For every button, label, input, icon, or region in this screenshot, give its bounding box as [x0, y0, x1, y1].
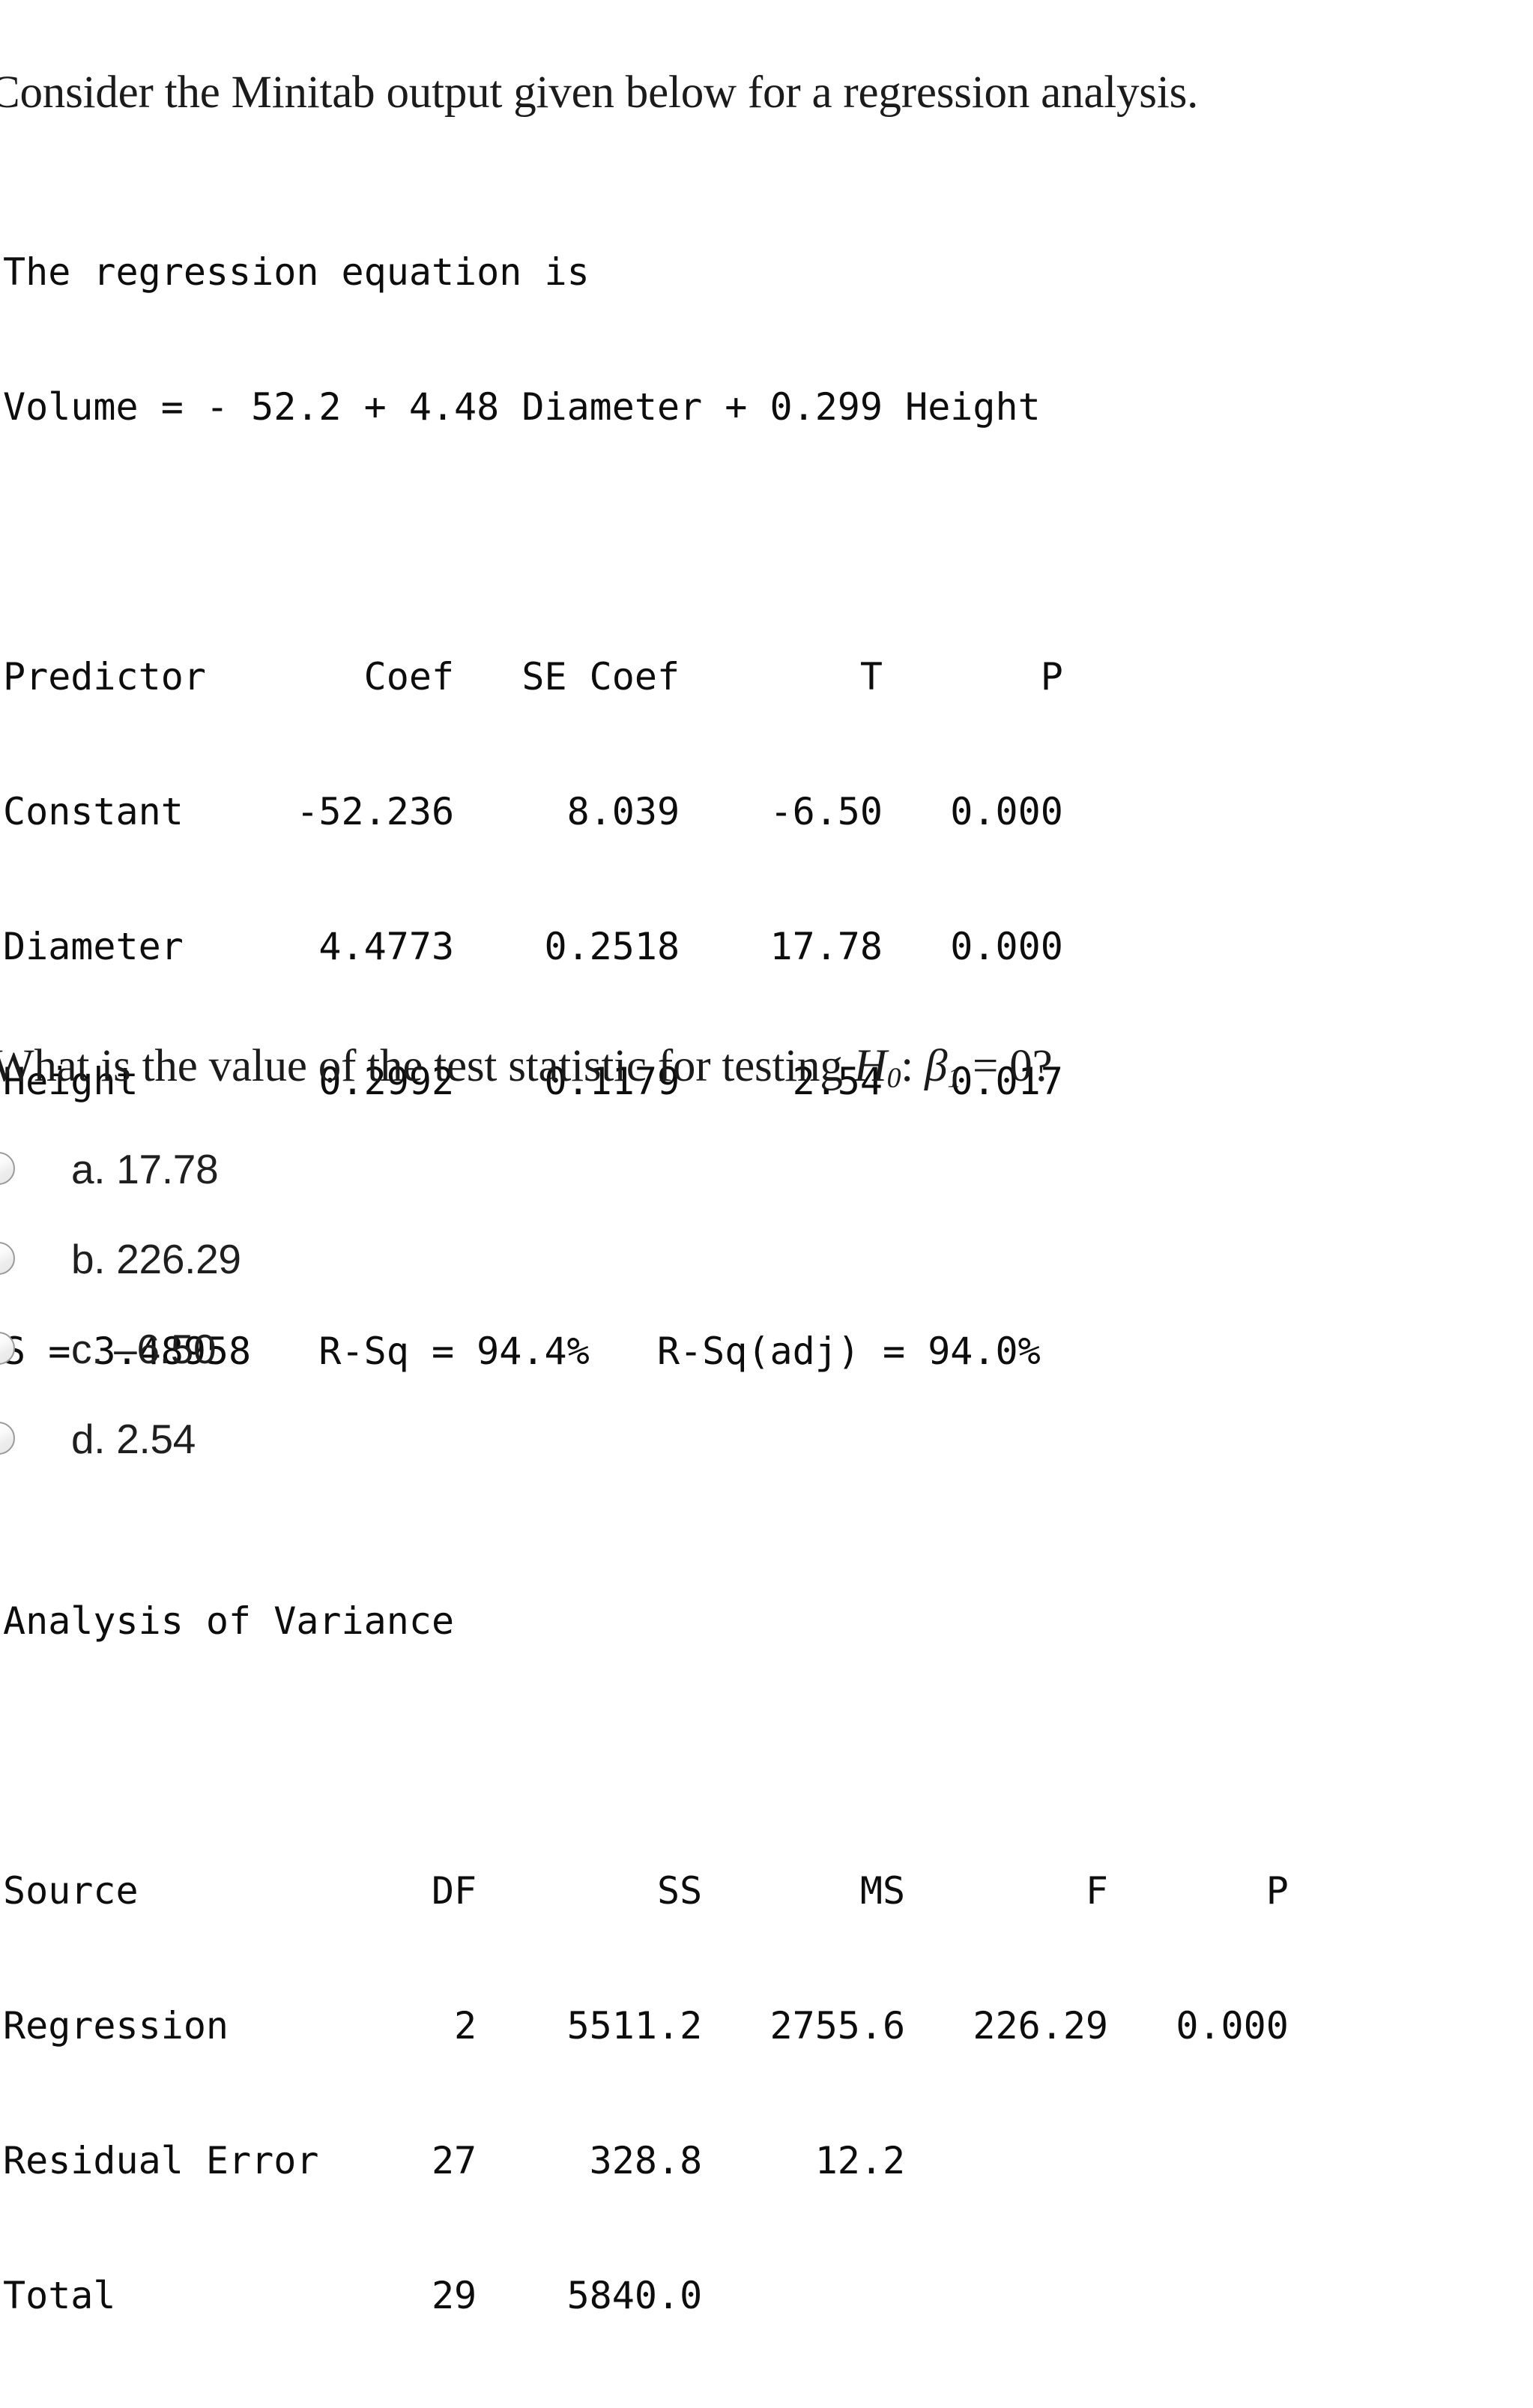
mono-line: Predictor Coef SE Coef T P: [3, 655, 1063, 698]
hypothesis-subscript: 0: [886, 1062, 901, 1094]
mono-line: Regression 2 5511.2 2755.6 226.29 0.000: [3, 2004, 1289, 2048]
beta-subscript: 1: [947, 1062, 961, 1094]
mono-line: Analysis of Variance: [3, 1599, 455, 1643]
page-canvas: Consider the Minitab output given below …: [0, 0, 1533, 2317]
radio-button-b[interactable]: [0, 1242, 15, 1275]
mono-line: Diameter 4.4773 0.2518 17.78 0.000: [3, 925, 1063, 968]
option-label-b[interactable]: b. 226.29: [71, 1236, 241, 1282]
radio-button-c[interactable]: [0, 1332, 15, 1365]
option-row-a[interactable]: a. 17.78: [0, 1146, 1533, 1236]
radio-button-a[interactable]: [0, 1152, 15, 1185]
mono-line: Total 29 5840.0: [3, 2274, 703, 2317]
mono-line: Constant -52.236 8.039 -6.50 0.000: [3, 790, 1063, 833]
hypothesis-symbol: H0: [853, 1041, 901, 1094]
mono-line-spacer: [3, 1733, 1427, 1778]
mono-line: Source DF SS MS F P: [3, 1869, 1289, 1913]
radio-button-d[interactable]: [0, 1422, 15, 1455]
mono-line-spacer: [3, 519, 1427, 564]
beta-letter: β: [925, 1041, 948, 1091]
question-equals-value: = 0?: [961, 1041, 1053, 1091]
hypothesis-letter: H: [853, 1041, 887, 1091]
option-label-d[interactable]: d. 2.54: [71, 1416, 196, 1462]
question-text: What is the value of the test statistic …: [0, 1038, 1533, 1095]
parameter-symbol: β1: [925, 1041, 961, 1094]
option-label-c[interactable]: c. –6.50: [71, 1326, 217, 1372]
question-colon: :: [901, 1041, 925, 1091]
question-lead: What is the value of the test statistic …: [0, 1041, 854, 1091]
option-row-c[interactable]: c. –6.50: [0, 1326, 1533, 1416]
mono-line: Residual Error 27 328.8 12.2: [3, 2139, 906, 2182]
page-title: Consider the Minitab output given below …: [0, 67, 1199, 118]
mono-line: The regression equation is: [3, 250, 590, 294]
option-row-b[interactable]: b. 226.29: [0, 1236, 1533, 1326]
answer-options-list: a. 17.78 b. 226.29 c. –6.50 d. 2.54: [0, 1146, 1533, 1506]
option-row-d[interactable]: d. 2.54: [0, 1416, 1533, 1506]
mono-line: Volume = - 52.2 + 4.48 Diameter + 0.299 …: [3, 385, 1041, 429]
option-label-a[interactable]: a. 17.78: [71, 1146, 219, 1192]
